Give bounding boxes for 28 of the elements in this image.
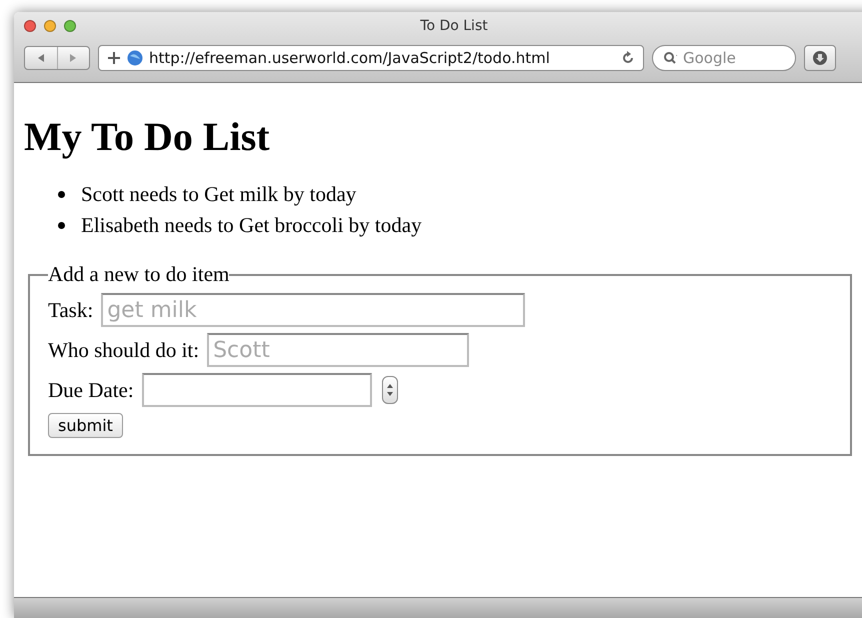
todo-item: Elisabeth needs to Get broccoli by today [81, 213, 422, 238]
field-label: Task: [48, 298, 94, 322]
download-icon [812, 50, 828, 66]
form-legend: Add a new to do item [48, 262, 230, 287]
globe-icon [127, 50, 143, 66]
bullet-icon [58, 191, 65, 198]
bullet-icon [58, 222, 65, 229]
stepper-button[interactable] [382, 376, 398, 404]
page-heading: My To Do List [24, 113, 271, 160]
text-field[interactable]: get milk [101, 293, 526, 327]
search-icon [663, 51, 677, 65]
window-title: To Do List [420, 18, 488, 34]
minimize-button[interactable] [44, 20, 56, 32]
left-arrow-icon [36, 53, 46, 63]
address-field[interactable]: http://efreeman.userworld.com/JavaScript2/todo.html [98, 45, 644, 71]
add-icon[interactable] [107, 51, 121, 65]
downloads-button[interactable] [804, 45, 836, 71]
zoom-button[interactable] [64, 20, 76, 32]
date-field[interactable] [142, 373, 372, 407]
submit-button[interactable]: submit [48, 413, 123, 438]
field-label: Who should do it: [48, 338, 200, 362]
field-label: Due Date: [48, 378, 134, 402]
search-box[interactable]: Google [652, 45, 796, 71]
todo-item: Scott needs to Get milk by today [81, 182, 356, 207]
text-field[interactable]: Scott [207, 333, 470, 367]
close-button[interactable] [24, 20, 36, 32]
reload-icon[interactable] [621, 51, 635, 65]
right-arrow-icon [68, 53, 78, 63]
